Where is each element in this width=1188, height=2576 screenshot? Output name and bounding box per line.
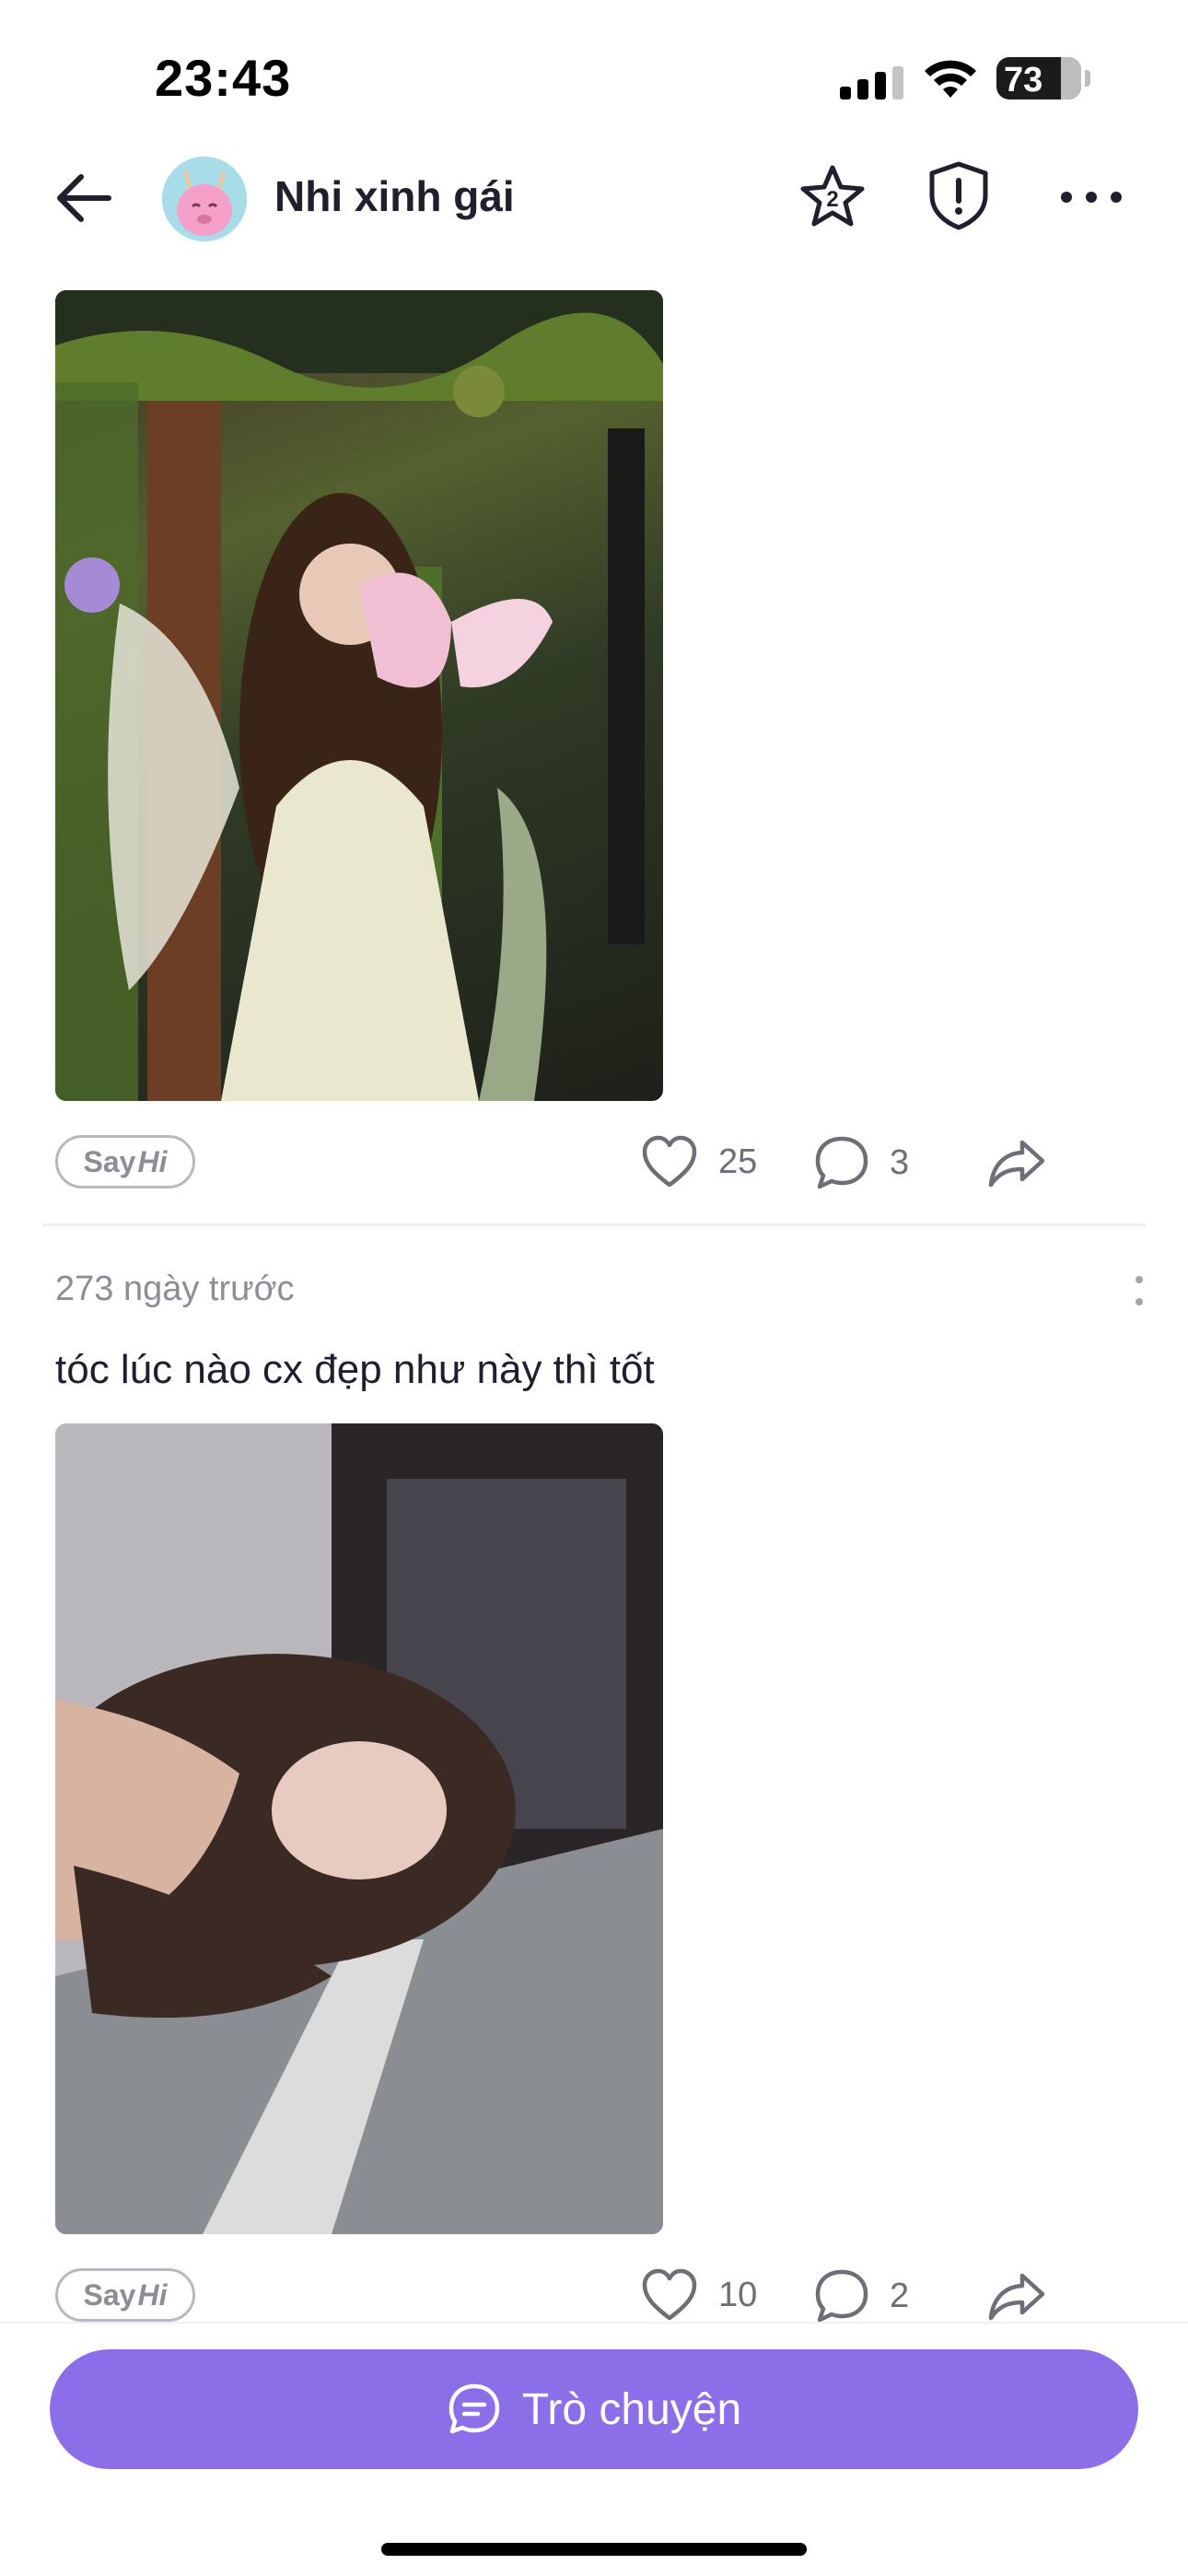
status-bar: 23:43 73: [0, 0, 1188, 138]
heart-icon: [642, 1135, 697, 1188]
star-badge: 2: [826, 187, 838, 212]
comment-count: 3: [890, 1142, 910, 1182]
post-photo-fairy[interactable]: [55, 290, 663, 1101]
selfie-photo-illustration: [55, 1423, 663, 2234]
chat-button[interactable]: Trò chuyện: [50, 2349, 1138, 2469]
chat-button-label: Trò chuyện: [521, 2384, 742, 2434]
sayhi-button[interactable]: Say Hi: [55, 1135, 195, 1188]
home-indicator: [381, 2543, 807, 2556]
user-name: Nhi xinh gái: [274, 172, 515, 220]
post-divider: [42, 1224, 1146, 1226]
status-time: 23:43: [155, 49, 292, 107]
battery-tip: [1085, 70, 1090, 87]
like-count: 25: [718, 1142, 758, 1181]
post-timestamp: 273 ngày trước: [55, 1270, 295, 1308]
share-icon[interactable]: [987, 1137, 1046, 1188]
heart-icon: [642, 2268, 697, 2321]
comment-button[interactable]: 2: [814, 2268, 909, 2324]
battery-percent: 73: [1004, 61, 1043, 100]
battery-icon: 73: [996, 57, 1081, 100]
sayhi-hi: Hi: [137, 1144, 168, 1178]
avatar[interactable]: [162, 157, 247, 241]
bottom-bar: Trò chuyện: [0, 2322, 1188, 2576]
more-options-icon[interactable]: [1059, 190, 1124, 205]
like-count: 10: [718, 2275, 758, 2314]
star-icon[interactable]: 2: [798, 162, 868, 232]
wifi-icon: [925, 60, 976, 98]
comment-count: 2: [890, 2276, 910, 2315]
chat-bubble-icon: [448, 2383, 500, 2434]
post-photo-selfie[interactable]: [55, 1423, 663, 2234]
sayhi-hi: Hi: [137, 2277, 168, 2312]
sayhi-say: Say: [83, 2277, 136, 2312]
comment-button[interactable]: 3: [814, 1135, 909, 1190]
comment-bubble-icon: [815, 2269, 868, 2323]
sayhi-button[interactable]: Say Hi: [55, 2268, 195, 2322]
fairy-photo-illustration: [55, 290, 663, 1101]
post-caption: tóc lúc nào cx đẹp như này thì tốt: [55, 1347, 655, 1392]
share-icon[interactable]: [987, 2270, 1046, 2322]
pink-creature-avatar-icon: [162, 157, 247, 241]
comment-bubble-icon: [815, 1136, 868, 1189]
profile-header: Nhi xinh gái 2: [0, 138, 1188, 258]
like-button[interactable]: 25: [641, 1135, 757, 1188]
back-arrow-icon[interactable]: [52, 166, 116, 230]
like-button[interactable]: 10: [641, 2268, 757, 2322]
cellular-signal-icon: [840, 66, 904, 100]
shield-icon[interactable]: [926, 160, 991, 230]
post-menu-icon[interactable]: [1135, 1275, 1144, 1306]
sayhi-say: Say: [83, 1144, 136, 1178]
